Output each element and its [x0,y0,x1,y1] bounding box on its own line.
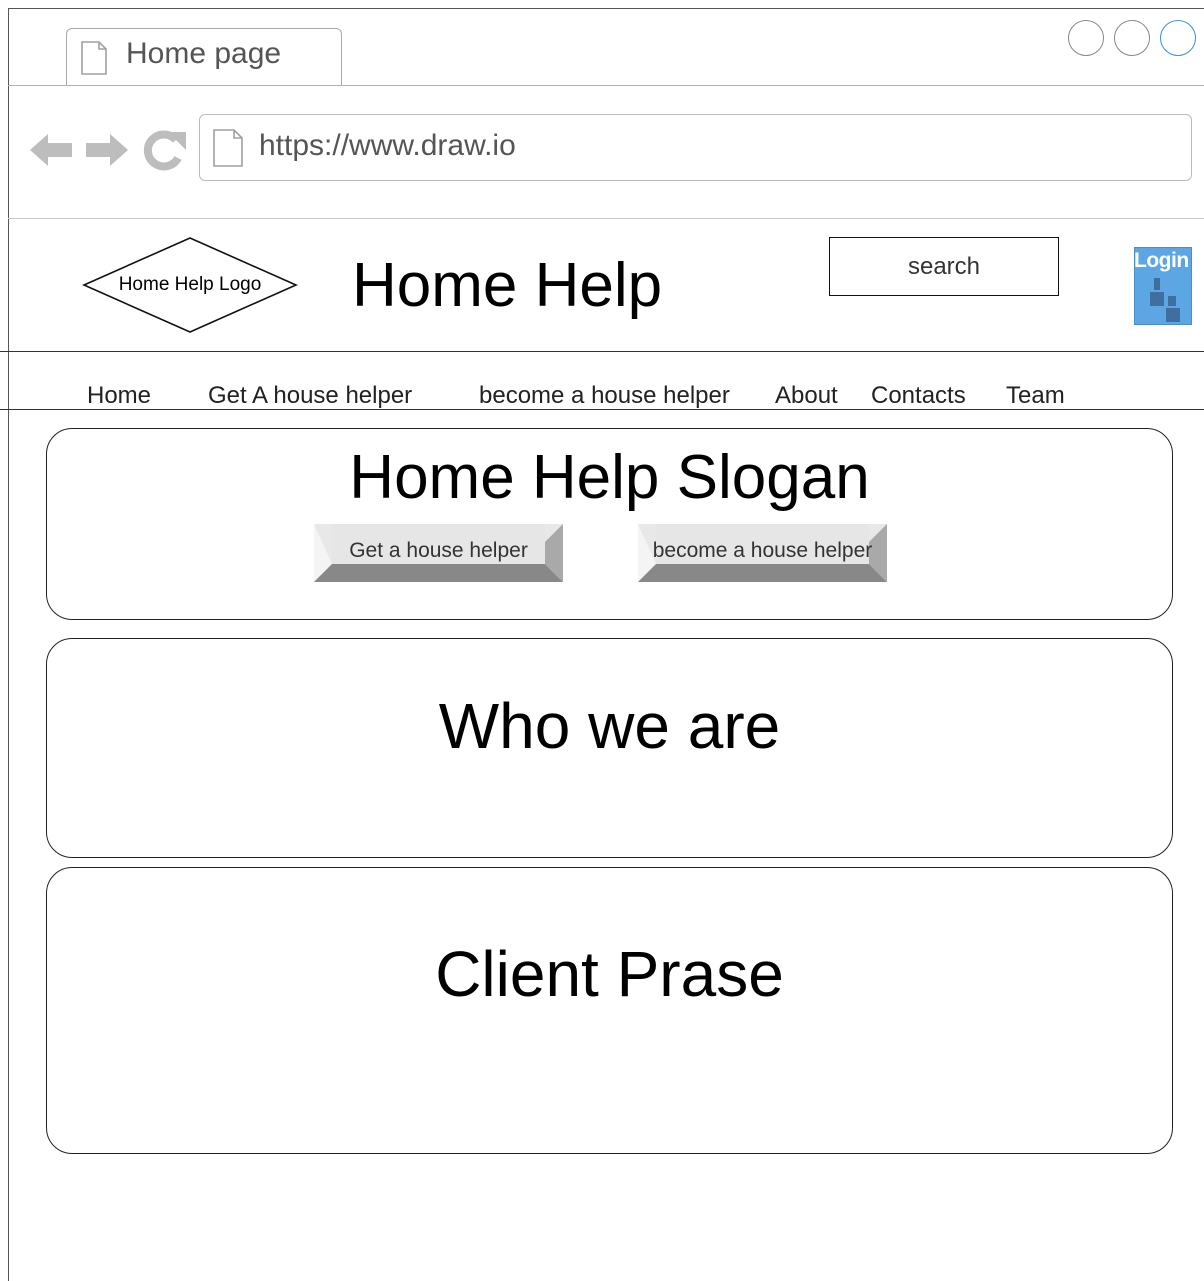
logo-text: Home Help Logo [118,274,262,295]
forward-arrow-icon[interactable] [84,130,130,170]
nav-item-contacts[interactable]: Contacts [871,380,966,412]
nav-item-get-house-helper[interactable]: Get A house helper [208,380,412,412]
login-label: Login [1134,249,1189,272]
toolbar-divider [8,218,1204,219]
user-icon [1150,278,1180,322]
page-icon [81,41,107,75]
nav-item-home[interactable]: Home [87,380,151,412]
window-minimize-button[interactable] [1068,20,1104,56]
page-icon [213,129,243,167]
nav-item-team[interactable]: Team [1006,380,1065,412]
site-title: Home Help [352,251,663,320]
who-we-are-heading: Who we are [438,690,781,762]
client-praise-heading: Client Prase [435,938,784,1010]
hero-slogan: Home Help Slogan [349,443,870,512]
tab-strip-divider [8,85,1204,86]
get-house-helper-label: Get a house helper [349,539,528,562]
get-house-helper-button[interactable]: Get a house helper [314,524,563,582]
search-input[interactable]: search [829,237,1059,296]
tab-title: Home page [126,37,282,70]
window-maximize-button[interactable] [1114,20,1150,56]
become-house-helper-button[interactable]: become a house helper [638,524,887,582]
window-close-button[interactable] [1160,20,1196,56]
back-arrow-icon[interactable] [28,130,74,170]
reload-icon[interactable] [142,128,188,172]
become-house-helper-label: become a house helper [652,539,873,562]
nav-item-become-house-helper[interactable]: become a house helper [479,380,730,412]
nav-item-about[interactable]: About [775,380,838,412]
search-placeholder: search [907,252,981,280]
url-text[interactable]: https://www.draw.io [259,128,516,164]
